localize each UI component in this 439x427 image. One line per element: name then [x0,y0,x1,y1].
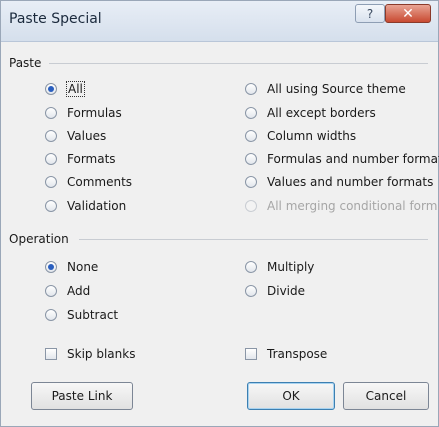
paste-option-label: Values [67,129,107,143]
cancel-label: Cancel [365,389,407,403]
paste-option-label: Comments [67,175,133,189]
radio-icon [245,130,257,142]
help-icon: ? [366,6,374,21]
radio-icon [45,309,57,321]
operation-option-add[interactable]: Add [45,284,90,298]
radio-selected-icon [45,83,57,95]
transpose-checkbox[interactable]: Transpose [245,347,327,361]
radio-icon [245,200,257,212]
paste-option-all[interactable]: All [45,81,85,97]
paste-option-label: Values and number formats [267,175,434,189]
operation-option-label: Subtract [67,308,119,322]
paste-link-button[interactable]: Paste Link [31,382,133,410]
paste-link-label: Paste Link [51,389,113,403]
paste-option-all-using-source-theme[interactable]: All using Source theme [245,82,406,96]
ok-button[interactable]: OK [247,382,335,410]
radio-icon [45,176,57,188]
paste-option-label: All using Source theme [267,82,406,96]
paste-option-label: Column widths [267,129,357,143]
paste-option-label: Formats [67,152,116,166]
paste-option-formulas[interactable]: Formulas [45,106,122,120]
paste-option-all-except-borders[interactable]: All except borders [245,106,376,120]
dialog-title: Paste Special [9,11,102,27]
paste-group-label: Paste [9,56,42,70]
paste-option-formats[interactable]: Formats [45,152,116,166]
ok-label: OK [282,389,300,403]
radio-icon [45,107,57,119]
paste-special-dialog: Paste Special ? ✕ Paste All Formulas Val… [0,0,439,427]
radio-icon [45,130,57,142]
close-button[interactable]: ✕ [385,4,431,23]
paste-group-divider [49,63,428,64]
paste-option-label: All except borders [267,106,376,120]
operation-option-subtract[interactable]: Subtract [45,308,118,322]
operation-option-multiply[interactable]: Multiply [245,260,314,274]
radio-icon [45,285,57,297]
operation-option-divide[interactable]: Divide [245,284,305,298]
radio-icon [45,200,57,212]
paste-option-column-widths[interactable]: Column widths [245,129,356,143]
paste-option-all-merging-conditional-formats: All merging conditional formats [245,199,439,213]
operation-option-none[interactable]: None [45,260,98,274]
radio-icon [245,107,257,119]
radio-icon [245,261,257,273]
paste-option-label: Formulas [67,106,122,120]
paste-option-values[interactable]: Values [45,129,106,143]
checkbox-icon [45,348,57,360]
radio-selected-icon [45,261,57,273]
paste-option-label: Validation [67,199,127,213]
help-button[interactable]: ? [355,4,385,23]
paste-option-formulas-and-number-formats[interactable]: Formulas and number formats [245,152,439,166]
cancel-button[interactable]: Cancel [343,382,429,410]
paste-option-validation[interactable]: Validation [45,199,126,213]
radio-icon [245,153,257,165]
paste-option-comments[interactable]: Comments [45,175,132,189]
paste-option-label: All [66,81,85,97]
operation-option-label: Add [67,284,91,298]
operation-group-divider [79,239,428,240]
radio-icon [245,285,257,297]
close-icon: ✕ [402,5,414,22]
operation-group-label: Operation [9,232,69,246]
paste-option-label: Formulas and number formats [267,152,439,166]
checkbox-icon [245,348,257,360]
paste-option-values-and-number-formats[interactable]: Values and number formats [245,175,433,189]
radio-icon [45,153,57,165]
paste-option-label: All merging conditional formats [267,199,439,213]
transpose-label: Transpose [267,347,328,361]
skip-blanks-checkbox[interactable]: Skip blanks [45,347,135,361]
operation-option-label: Divide [267,284,306,298]
skip-blanks-label: Skip blanks [67,347,136,361]
operation-option-label: Multiply [267,260,315,274]
radio-icon [245,176,257,188]
operation-option-label: None [67,260,99,274]
radio-icon [245,83,257,95]
title-bar: Paste Special ? ✕ [1,1,438,42]
